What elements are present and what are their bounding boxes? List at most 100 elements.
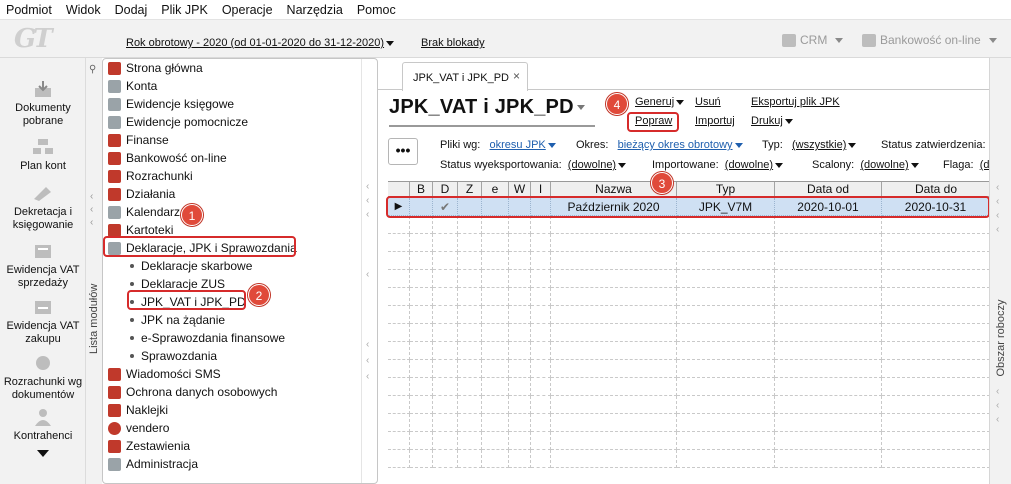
- tree-item-strona-glowna[interactable]: Strona główna: [108, 59, 203, 77]
- shortcut-vat-zakupu[interactable]: Ewidencja VAT zakupu: [0, 298, 86, 346]
- scroll-left-icon[interactable]: ‹: [996, 224, 999, 235]
- importuj-button[interactable]: Importuj: [695, 115, 735, 127]
- scroll-left-icon[interactable]: ‹: [996, 400, 999, 411]
- eksportuj-button[interactable]: Eksportuj plik JPK: [751, 96, 840, 108]
- usun-button[interactable]: Usuń: [695, 96, 721, 108]
- filter-status-wyeksportowania[interactable]: Status wyeksportowania: (dowolne): [440, 159, 627, 171]
- empty-table-row[interactable]: [388, 252, 990, 270]
- tree-item-dzialania[interactable]: Działania: [108, 185, 175, 203]
- col-header-b[interactable]: B: [410, 182, 433, 197]
- tree-item-vendero[interactable]: vendero: [108, 419, 169, 437]
- tree-item-sms[interactable]: Wiadomości SMS: [108, 365, 221, 383]
- empty-table-row[interactable]: [388, 360, 990, 378]
- shortcut-dokumenty-pobrane[interactable]: Dokumenty pobrane: [0, 80, 86, 128]
- tree-scrollbar[interactable]: ‹ ‹ ‹ ‹ ‹ ‹ ‹: [361, 59, 377, 483]
- tree-item-konta[interactable]: Konta: [108, 77, 157, 95]
- empty-table-row[interactable]: [388, 450, 990, 468]
- filter-typ[interactable]: Typ: (wszystkie): [762, 139, 857, 151]
- col-header-selector[interactable]: [388, 182, 410, 197]
- scroll-left-icon[interactable]: ‹: [996, 386, 999, 397]
- online-banking-button[interactable]: Bankowość on-line: [862, 33, 997, 47]
- menu-operacje[interactable]: Operacje: [222, 3, 273, 17]
- tree-item-zestawienia[interactable]: Zestawienia: [108, 437, 190, 455]
- close-icon[interactable]: ×: [513, 69, 520, 83]
- crm-button[interactable]: CRM: [782, 33, 844, 47]
- col-header-typ[interactable]: Typ: [677, 182, 775, 197]
- empty-table-row[interactable]: [388, 216, 990, 234]
- page-title: JPK_VAT i JPK_PD: [389, 96, 585, 119]
- filter-okres[interactable]: Okres: bieżący okres obrotowy: [576, 139, 743, 151]
- scroll-left-icon[interactable]: ‹: [366, 269, 369, 280]
- col-header-data-do[interactable]: Data do: [882, 182, 990, 197]
- empty-table-row[interactable]: [388, 432, 990, 450]
- drukuj-menu[interactable]: Drukuj: [751, 115, 793, 127]
- empty-table-row[interactable]: [388, 306, 990, 324]
- empty-cell: [458, 252, 482, 270]
- tree-subitem-sprawozdania[interactable]: Sprawozdania: [130, 347, 217, 365]
- more-options-button[interactable]: •••: [388, 138, 418, 165]
- tree-item-ewidencje-ksiegowe[interactable]: Ewidencje księgowe: [108, 95, 234, 113]
- menu-podmiot[interactable]: Podmiot: [6, 3, 52, 17]
- tree-item-label: Strona główna: [126, 61, 203, 75]
- tree-item-ochrona-danych[interactable]: Ochrona danych osobowych: [108, 383, 277, 401]
- tree-item-naklejki[interactable]: Naklejki: [108, 401, 168, 419]
- lock-status-link[interactable]: Brak blokady: [421, 37, 485, 49]
- tree-item-administracja[interactable]: Administracja: [108, 455, 198, 473]
- scroll-left-icon[interactable]: ‹: [366, 181, 369, 192]
- scroll-left-icon[interactable]: ‹: [996, 414, 999, 425]
- col-header-w[interactable]: W: [509, 182, 531, 197]
- col-header-e[interactable]: e: [482, 182, 509, 197]
- chevron-down-icon[interactable]: [576, 105, 585, 111]
- shortcut-rozrachunki[interactable]: Rozrachunki wg dokumentów: [0, 354, 86, 402]
- scroll-down-icon[interactable]: [37, 450, 49, 457]
- filter-scalony[interactable]: Scalony: (dowolne): [812, 159, 919, 171]
- empty-table-row[interactable]: [388, 324, 990, 342]
- tree-subitem-deklaracje-skarbowe[interactable]: Deklaracje skarbowe: [130, 257, 252, 275]
- scroll-left-icon[interactable]: ‹: [366, 339, 369, 350]
- tree-item-kalendarz[interactable]: Kalendarz: [108, 203, 180, 221]
- collapse-arrows-icon[interactable]: ‹ ‹ ‹: [90, 190, 93, 229]
- tree-item-bankowosc[interactable]: Bankowość on-line: [108, 149, 227, 167]
- shortcut-kontrahenci[interactable]: Kontrahenci: [0, 408, 86, 443]
- empty-table-row[interactable]: [388, 234, 990, 252]
- shortcut-dekretacja[interactable]: Dekretacja i księgowanie: [0, 184, 86, 232]
- empty-table-row[interactable]: [388, 378, 990, 396]
- fiscal-year-dropdown[interactable]: Rok obrotowy - 2020 (od 01-01-2020 do 31…: [126, 37, 395, 49]
- shortcut-plan-kont[interactable]: Plan kont: [0, 138, 86, 173]
- col-header-i[interactable]: I: [531, 182, 551, 197]
- col-header-d[interactable]: D: [433, 182, 458, 197]
- empty-table-row[interactable]: [388, 342, 990, 360]
- menu-plik-jpk[interactable]: Plik JPK: [161, 3, 208, 17]
- menu-dodaj[interactable]: Dodaj: [115, 3, 148, 17]
- filter-flaga[interactable]: Flaga: (d: [943, 159, 989, 171]
- filter-status-zatwierdzenia[interactable]: Status zatwierdzenia:: [881, 139, 986, 151]
- shortcut-vat-sprzedazy[interactable]: Ewidencja VAT sprzedaży: [0, 242, 86, 290]
- scroll-left-icon[interactable]: ‹: [366, 355, 369, 366]
- tree-item-finanse[interactable]: Finanse: [108, 131, 169, 149]
- tab-jpk-vat[interactable]: JPK_VAT i JPK_PD ×: [402, 62, 528, 91]
- empty-table-row[interactable]: [388, 396, 990, 414]
- scroll-left-icon[interactable]: ‹: [996, 182, 999, 193]
- scroll-left-icon[interactable]: ‹: [366, 371, 369, 382]
- generuj-menu[interactable]: Generuj: [635, 96, 685, 108]
- filter-pliki[interactable]: Pliki wg: okresu JPK: [440, 139, 556, 151]
- filter-importowane[interactable]: Importowane: (dowolne): [652, 159, 784, 171]
- empty-table-row[interactable]: [388, 270, 990, 288]
- col-header-z[interactable]: Z: [458, 182, 482, 197]
- tree-item-rozrachunki[interactable]: Rozrachunki: [108, 167, 193, 185]
- scroll-left-icon[interactable]: ‹: [996, 196, 999, 207]
- pin-icon[interactable]: ⚲: [89, 64, 96, 75]
- scroll-left-icon[interactable]: ‹: [366, 209, 369, 220]
- menu-narzedzia[interactable]: Narzędzia: [287, 3, 343, 17]
- empty-table-row[interactable]: [388, 288, 990, 306]
- empty-table-row[interactable]: [388, 414, 990, 432]
- menu-widok[interactable]: Widok: [66, 3, 101, 17]
- scroll-left-icon[interactable]: ‹: [366, 195, 369, 206]
- tree-item-ewidencje-pomocnicze[interactable]: Ewidencje pomocnicze: [108, 113, 248, 131]
- tree-subitem-jpk-na-zadanie[interactable]: JPK na żądanie: [130, 311, 225, 329]
- col-header-data-od[interactable]: Data od: [775, 182, 882, 197]
- tree-subitem-e-sprawozdania[interactable]: e-Sprawozdania finansowe: [130, 329, 285, 347]
- menu-pomoc[interactable]: Pomoc: [357, 3, 396, 17]
- scroll-left-icon[interactable]: ‹: [996, 210, 999, 221]
- empty-cell: [482, 306, 509, 324]
